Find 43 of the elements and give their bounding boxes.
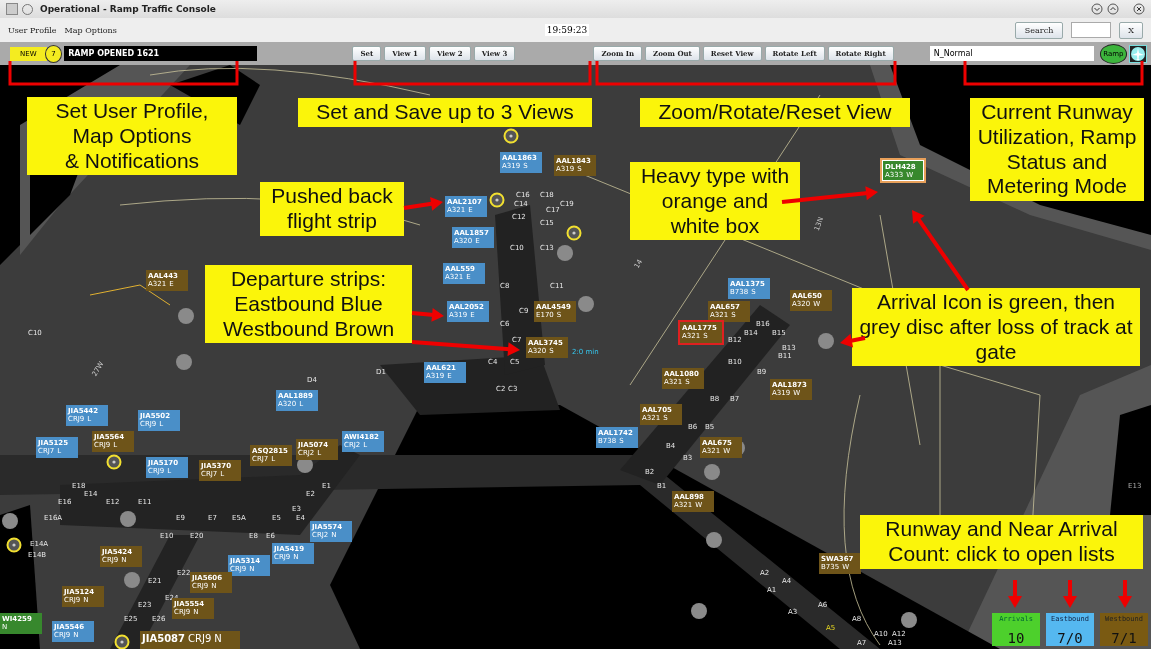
gate-ring-icon: [503, 128, 519, 144]
pointer-arrow: [403, 196, 443, 211]
gate-ring-icon: [114, 634, 130, 649]
app-icon: [6, 3, 18, 15]
annotation-callout: Heavy type with orange and white box: [630, 162, 800, 241]
gate-ring-icon: [6, 537, 22, 553]
annotation-callout: Current Runway Utilization, Ramp Status and Metering Mode: [970, 98, 1144, 202]
annotation-callout: Pushed back flight strip: [260, 182, 404, 236]
minimize-icon[interactable]: [1091, 3, 1103, 15]
annotation-callout: Set User Profile, Map Options & Notifications: [27, 97, 237, 176]
pointer-arrow: [1118, 580, 1132, 608]
search-field[interactable]: [1071, 22, 1112, 38]
parked-disc-icon: [578, 296, 594, 312]
pointer-arrow: [1063, 580, 1077, 608]
menu-item[interactable]: Map Options: [64, 25, 117, 35]
parked-disc-icon: [176, 354, 192, 370]
parked-disc-icon: [704, 464, 720, 480]
maximize-icon[interactable]: [1107, 3, 1119, 15]
pointer-arrow: [411, 307, 444, 322]
parked-disc-icon: [178, 308, 194, 324]
window-title: Operational - Ramp Traffic Console: [40, 4, 216, 14]
menu-item[interactable]: User Profile: [8, 25, 57, 35]
airplane-icon[interactable]: [1129, 44, 1147, 63]
annotation-callout: Arrival Icon is green, then grey disc after loss of track at gate: [852, 288, 1140, 367]
parked-disc-icon: [557, 245, 573, 261]
gate-ring-icon: [106, 454, 122, 470]
annotation-callout: Zoom/Rotate/Reset View: [640, 98, 910, 127]
parked-disc-icon: [124, 572, 140, 588]
annotation-callout: Set and Save up to 3 Views: [298, 98, 592, 127]
clear-button[interactable]: X: [1119, 21, 1143, 39]
gate-ring-icon: [489, 192, 505, 208]
pointer-arrow: [1008, 580, 1022, 608]
gate-ring-icon: [566, 225, 582, 241]
clock-text: 19:59:23: [544, 24, 590, 36]
close-icon[interactable]: [1133, 3, 1145, 15]
flight-strip[interactable]: JIA5087 CRJ9 N: [140, 631, 240, 649]
runway-config-field[interactable]: N_Normal: [929, 46, 1094, 61]
parked-disc-icon: [2, 513, 18, 529]
search-button[interactable]: Search: [1014, 21, 1064, 39]
parked-disc-icon: [818, 333, 834, 349]
notification-message: RAMP OPENED 1621: [64, 46, 258, 61]
annotation-callout: Departure strips: Eastbound Blue Westbound Brown: [205, 265, 412, 344]
annotation-callout: Runway and Near Arrival Count: click to open lists: [860, 515, 1143, 569]
